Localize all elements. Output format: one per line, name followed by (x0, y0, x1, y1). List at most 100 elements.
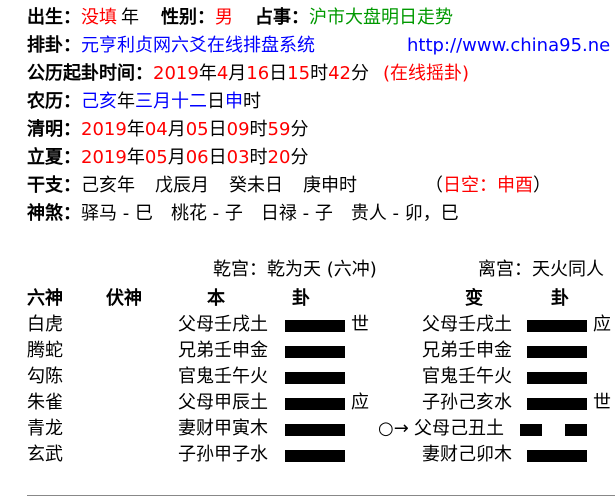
ben-yang-line (285, 398, 345, 410)
lunar-hour-unit: 时 (243, 91, 261, 112)
lunar-year-unit: 年 (117, 91, 135, 112)
ganzhi-month: 戊辰月 (155, 175, 209, 196)
ben-yao-text: 父母甲辰土 (178, 392, 268, 413)
ben-yang-line (285, 424, 345, 436)
ben-yang-line (285, 320, 345, 332)
gender-value: 男 (215, 7, 233, 28)
lunar-year: 己亥 (81, 91, 117, 112)
lixia-hour: 03 (226, 147, 250, 168)
change-palace: 离宫：天火同人 (478, 259, 604, 280)
lixia-line: 立夏：2019年05月06日03时20分 (27, 146, 308, 170)
gender-label: 性别： (161, 7, 215, 28)
paigua-line: 排卦：元亨利贞网六爻在线排盘系统 (27, 34, 315, 58)
lunar-line: 农历：己亥年三月十二日申时 (27, 90, 261, 114)
matter-label: 占事： (255, 7, 309, 28)
time-hour: 15 (287, 63, 311, 84)
time-min: 42 (328, 63, 351, 84)
lx-day-unit: 日 (208, 147, 227, 168)
qm-min-unit: 分 (290, 119, 309, 140)
lunar-day: 十二 (171, 91, 207, 112)
ben-yao-text: 官鬼壬午火 (178, 366, 268, 387)
bian-yao-text: 子孙己亥水 (422, 392, 512, 413)
ben-yang-line (285, 450, 345, 462)
qingming-hour: 09 (226, 119, 250, 140)
bian-yao-text: 兄弟壬申金 (422, 340, 512, 361)
qm-year-unit: 年 (126, 119, 145, 140)
time-line: 公历起卦时间：2019年4月16日15时42分 (在线摇卦) (27, 62, 469, 86)
lunar-hour: 申 (225, 91, 243, 112)
kong-text: 日空：申酉 (443, 175, 533, 196)
time-month-unit: 月 (228, 63, 247, 84)
lx-min-unit: 分 (290, 147, 309, 168)
paigua-label: 排卦： (27, 35, 81, 56)
qingming-label: 清明： (27, 119, 81, 140)
col-gua-change: 卦 (551, 288, 569, 309)
year-unit: 年 (121, 7, 139, 28)
birth-value: 没填 (81, 7, 117, 28)
shensha-line: 神煞：驿马 - 巳 桃花 - 子 日禄 - 子 贵人 - 卯，巳 (27, 202, 459, 226)
lixia-year: 2019 (81, 147, 127, 168)
lunar-day-unit: 日 (207, 91, 225, 112)
ganzhi-label: 干支： (27, 175, 81, 196)
bottom-divider (27, 495, 615, 496)
lixia-day: 06 (185, 147, 209, 168)
qm-hour-unit: 时 (249, 119, 268, 140)
time-year: 2019 (153, 63, 199, 84)
kong-close: ） (533, 175, 551, 196)
kong-group: （日空：申酉） (425, 174, 551, 198)
moving-yao-arrow-icon: ○→ (378, 418, 409, 439)
col-liushen: 六神 (27, 288, 63, 309)
bian-yang-line (527, 450, 587, 462)
qingming-month: 04 (144, 119, 168, 140)
lx-year-unit: 年 (126, 147, 145, 168)
ganzhi-line: 干支：己亥年 戊辰月 癸未日 庚申时 (27, 174, 357, 198)
ben-yao-text: 兄弟壬申金 (178, 340, 268, 361)
bian-yao-text: 父母壬戌土 (422, 314, 512, 335)
liushen-cell: 勾陈 (27, 366, 63, 387)
bian-yang-line (527, 398, 587, 410)
bian-yang-line (527, 346, 587, 358)
col-ben: 本 (207, 288, 225, 309)
time-day-unit: 日 (269, 63, 288, 84)
time-hour-unit: 时 (310, 63, 329, 84)
qingming-min: 59 (267, 119, 291, 140)
lixia-min: 20 (267, 147, 291, 168)
bian-yao-text: 妻财己卯木 (422, 444, 512, 465)
col-bian: 变 (465, 288, 483, 309)
paigua-url-link[interactable]: http://www.china95.ne (407, 34, 610, 58)
matter-value: 沪市大盘明日走势 (309, 7, 453, 28)
bian-shi-ying-mark: 世 (593, 392, 611, 413)
birth-label: 出生： (27, 7, 81, 28)
bian-yin-line (565, 424, 587, 436)
time-month: 4 (216, 63, 229, 84)
ben-shi-ying-mark: 应 (351, 392, 369, 413)
ben-yao-text: 妻财甲寅木 (178, 418, 268, 439)
bian-yin-line (520, 424, 542, 436)
liushen-cell: 白虎 (27, 314, 63, 335)
qm-month-unit: 月 (167, 119, 186, 140)
shensha-text: 驿马 - 巳 桃花 - 子 日禄 - 子 贵人 - 卯，巳 (81, 203, 459, 224)
ben-shi-ying-mark: 世 (351, 314, 369, 335)
lixia-label: 立夏： (27, 147, 81, 168)
liushen-cell: 青龙 (27, 418, 63, 439)
lx-hour-unit: 时 (249, 147, 268, 168)
lixia-month: 05 (144, 147, 168, 168)
qingming-year: 2019 (81, 119, 127, 140)
ben-yao-text: 子孙甲子水 (178, 444, 268, 465)
lunar-label: 农历： (27, 91, 81, 112)
ben-yang-line (285, 372, 345, 384)
time-day: 16 (246, 63, 270, 84)
time-min-unit: 分 (350, 63, 369, 84)
bian-yao-text: 父母己丑土 (414, 418, 504, 439)
main-palace: 乾宫：乾为天 (六冲) (213, 259, 377, 280)
kong-open: （ (425, 175, 443, 196)
paigua-site-link[interactable]: 元亨利贞网六爻在线排盘系统 (81, 35, 315, 56)
ben-yao-text: 父母壬戌土 (178, 314, 268, 335)
ganzhi-year: 己亥年 (81, 175, 135, 196)
qingming-day: 05 (185, 119, 209, 140)
bian-yang-line (527, 320, 587, 332)
lunar-month: 三月 (135, 91, 171, 112)
lx-month-unit: 月 (167, 147, 186, 168)
liushen-cell: 玄武 (27, 444, 63, 465)
ganzhi-hour: 庚申时 (303, 175, 357, 196)
